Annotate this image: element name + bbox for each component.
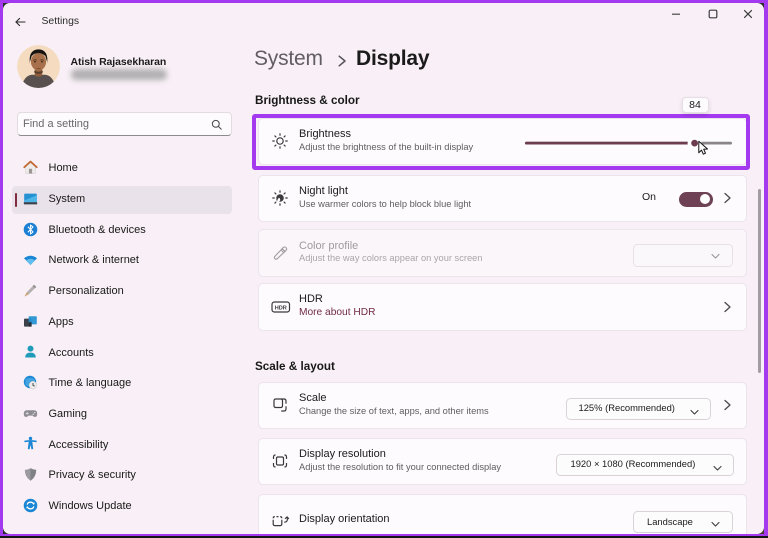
svg-text:HDR: HDR xyxy=(275,305,287,311)
